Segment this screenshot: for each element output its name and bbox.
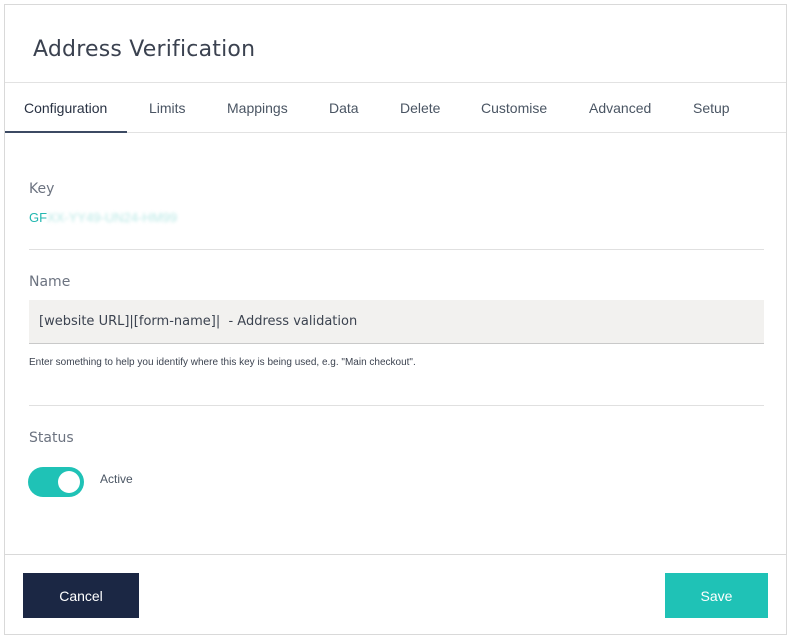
footer-divider (5, 554, 786, 555)
tab-mappings[interactable]: Mappings (227, 83, 288, 133)
status-state-label: Active (100, 472, 133, 486)
name-input[interactable] (29, 300, 764, 344)
dialog-title: Address Verification (33, 37, 256, 62)
tab-bar: Configuration Limits Mappings Data Delet… (5, 82, 786, 133)
address-verification-dialog: Address Verification Configuration Limit… (4, 4, 787, 635)
divider (29, 405, 764, 406)
key-value-prefix: GF (29, 210, 48, 225)
status-label: Status (29, 430, 74, 446)
key-value-obscured: XX-YY49-UN24-HM99 (47, 210, 178, 225)
active-tab-indicator (5, 131, 127, 133)
key-label: Key (29, 181, 55, 197)
tab-data[interactable]: Data (329, 83, 359, 133)
tab-configuration[interactable]: Configuration (24, 83, 107, 133)
cancel-button[interactable]: Cancel (23, 573, 139, 618)
tab-setup[interactable]: Setup (693, 83, 730, 133)
divider (29, 249, 764, 250)
key-value: GFXX-YY49-UN24-HM99 (29, 210, 177, 225)
name-label: Name (29, 274, 71, 290)
save-button[interactable]: Save (665, 573, 768, 618)
name-help-text: Enter something to help you identify whe… (29, 357, 416, 368)
tab-advanced[interactable]: Advanced (589, 83, 651, 133)
tab-limits[interactable]: Limits (149, 83, 186, 133)
tab-delete[interactable]: Delete (400, 83, 440, 133)
toggle-knob (58, 471, 80, 493)
tab-customise[interactable]: Customise (481, 83, 547, 133)
status-toggle[interactable] (28, 467, 84, 497)
